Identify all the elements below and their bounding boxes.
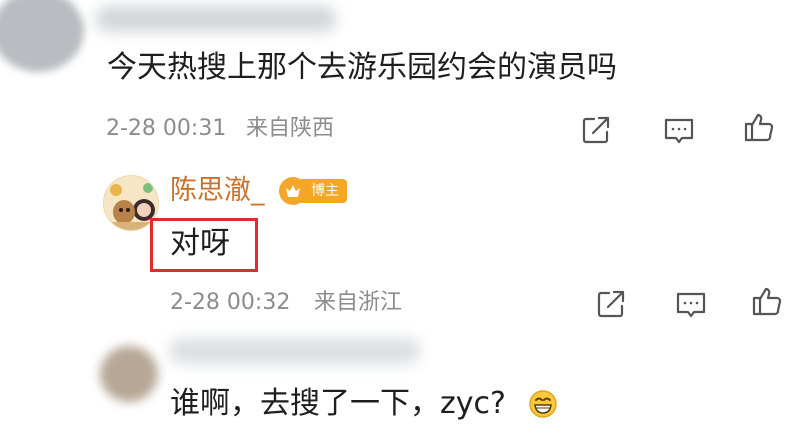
comment-text: 谁啊，去搜了一下，zyc? [170,386,506,421]
reply-location: 来自浙江 [314,290,403,315]
comment-icon[interactable] [674,287,708,321]
badge-label: 博主 [301,179,347,203]
grinning-face-icon [528,389,558,419]
reply-timestamp: 2-28 00:32 [170,290,291,315]
comment-location: 来自陕西 [246,116,335,141]
blurred-username[interactable] [170,338,420,364]
crown-icon [279,177,307,205]
blurred-avatar[interactable] [0,0,84,72]
like-icon[interactable] [742,110,776,144]
comment-text: 今天热搜上那个去游乐园约会的演员吗 [107,50,617,85]
reply-username[interactable]: 陈思澈_ [170,177,265,204]
like-icon[interactable] [750,284,784,318]
blurred-username[interactable] [96,6,336,32]
blurred-avatar[interactable] [100,346,158,402]
share-icon[interactable] [594,287,628,321]
blogger-badge: 博主 [279,177,347,205]
comment-icon[interactable] [662,113,696,147]
highlight-box [150,218,258,272]
share-icon[interactable] [579,113,613,147]
comment-timestamp: 2-28 00:31 [106,116,227,141]
